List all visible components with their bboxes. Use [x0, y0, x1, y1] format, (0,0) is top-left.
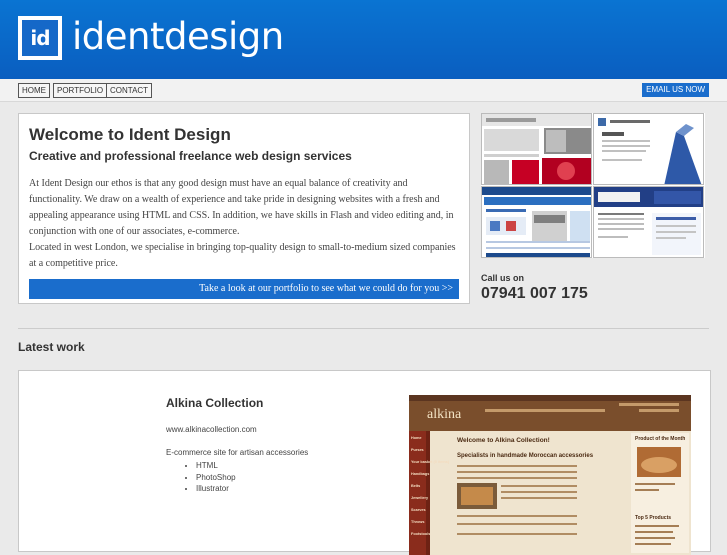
alkina-menu-item: Throws [411, 520, 425, 524]
welcome-paragraph-1: At Ident Design our ethos is that any go… [29, 178, 454, 237]
alkina-top-heading: Top 5 Products [635, 515, 671, 521]
alkina-menu-item: Footstools [411, 532, 430, 536]
alkina-screenshot-graphic: alkina Welcome to Alkina Collection! Spe… [409, 395, 691, 555]
welcome-paragraph-2: Located in west London, we specialise in… [29, 242, 456, 269]
thumbnail-3-image [482, 187, 591, 257]
alkina-tagline: Specialists in handmade Moroccan accesso… [457, 453, 594, 459]
alkina-product-heading: Product of the Month [635, 436, 685, 442]
section-divider [18, 328, 709, 329]
project-screenshot[interactable]: alkina Welcome to Alkina Collection! Spe… [409, 395, 691, 555]
alkina-menu-item: Jewellery [411, 496, 429, 500]
alkina-brand: alkina [427, 407, 462, 422]
thumbnail-2-image [594, 114, 703, 184]
thumbnail-2[interactable] [593, 113, 704, 185]
nav-bar: HOME PORTFOLIO CONTACT EMAIL US NOW [0, 79, 727, 102]
nav-home[interactable]: HOME [18, 83, 50, 98]
logo-icon[interactable]: id [18, 16, 62, 60]
skill-item: HTML [196, 460, 236, 472]
portfolio-cta-button[interactable]: Take a look at our portfolio to see what… [29, 279, 459, 299]
phone-number: 07941 007 175 [481, 285, 588, 302]
welcome-subtitle: Creative and professional freelance web … [29, 149, 352, 163]
thumbnail-1-image [482, 114, 591, 184]
thumbnail-4[interactable] [593, 186, 704, 258]
thumbnail-1[interactable] [481, 113, 592, 185]
project-title: Alkina Collection [166, 396, 264, 410]
skills-list: HTML PhotoShop Illustrator [184, 460, 236, 495]
welcome-title: Welcome to Ident Design [29, 125, 231, 144]
alkina-menu-item: Belts [411, 484, 420, 488]
nav-contact[interactable]: CONTACT [106, 83, 153, 98]
logo-text[interactable]: identdesign [72, 12, 284, 62]
latest-work-heading: Latest work [18, 340, 85, 354]
skill-item: PhotoShop [196, 472, 236, 484]
thumbnail-3[interactable] [481, 186, 592, 258]
alkina-menu-item: Purses [411, 448, 424, 452]
thumbnail-4-image [594, 187, 703, 257]
portfolio-thumbnails [481, 113, 705, 258]
call-us-label: Call us on [481, 273, 525, 283]
latest-work-panel: Alkina Collection www.alkinacollection.c… [18, 370, 711, 555]
alkina-menu-item: Home [411, 436, 422, 440]
welcome-panel: Welcome to Ident Design Creative and pro… [18, 113, 470, 304]
portfolio-cta-label: Take a look at our portfolio to see what… [199, 283, 453, 294]
alkina-menu-item: Scarves [411, 508, 426, 512]
alkina-welcome: Welcome to Alkina Collection! [457, 437, 550, 444]
logo-mark: id [22, 20, 58, 56]
nav-portfolio[interactable]: PORTFOLIO [53, 83, 108, 98]
site-header: id identdesign [0, 0, 727, 79]
email-us-button[interactable]: EMAIL US NOW [642, 83, 709, 97]
project-url[interactable]: www.alkinacollection.com [166, 425, 257, 434]
alkina-menu-item: Handbags [411, 472, 429, 476]
skill-item: Illustrator [196, 483, 236, 495]
alkina-menu-item: Your basket (0 items) [411, 460, 450, 464]
project-description: E-commerce site for artisan accessories [166, 448, 309, 457]
